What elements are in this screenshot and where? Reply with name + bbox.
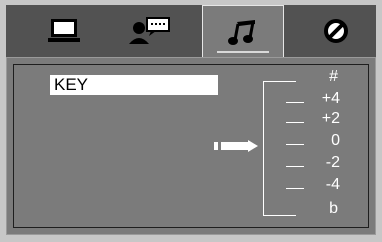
key-label[interactable]: KEY [50,75,218,95]
key-pointer-arrow-icon[interactable] [214,140,260,152]
scale-label-plus2: +2 [321,110,340,127]
tab-display[interactable] [34,5,94,57]
scale-label-flat: b [329,200,338,217]
no-entry-icon [324,19,348,43]
scale-label-zero: 0 [331,132,340,149]
user-speech-icon [129,17,170,44]
panel-border: KEY # +4 +2 0 -2 -4 b [13,64,369,228]
scale-label-minus4: -4 [325,176,340,193]
monitor-icon [48,19,80,42]
scale-label-minus2: -2 [325,154,340,171]
osd-window: KEY # +4 +2 0 -2 -4 b [0,0,382,242]
tab-other[interactable] [306,5,366,57]
tab-audio[interactable] [202,5,284,57]
tab-user[interactable] [114,5,184,57]
scale-label-sharp: # [329,68,338,85]
music-note-icon [228,19,255,45]
scale-tick-sharp [264,81,296,82]
scale-label-plus4: +4 [321,90,340,107]
active-tab-indicator [217,51,269,53]
scale-tick-flat [264,215,296,216]
scale-axis [263,81,264,216]
tab-bar [6,5,376,57]
settings-panel: KEY # +4 +2 0 -2 -4 b [6,57,376,235]
